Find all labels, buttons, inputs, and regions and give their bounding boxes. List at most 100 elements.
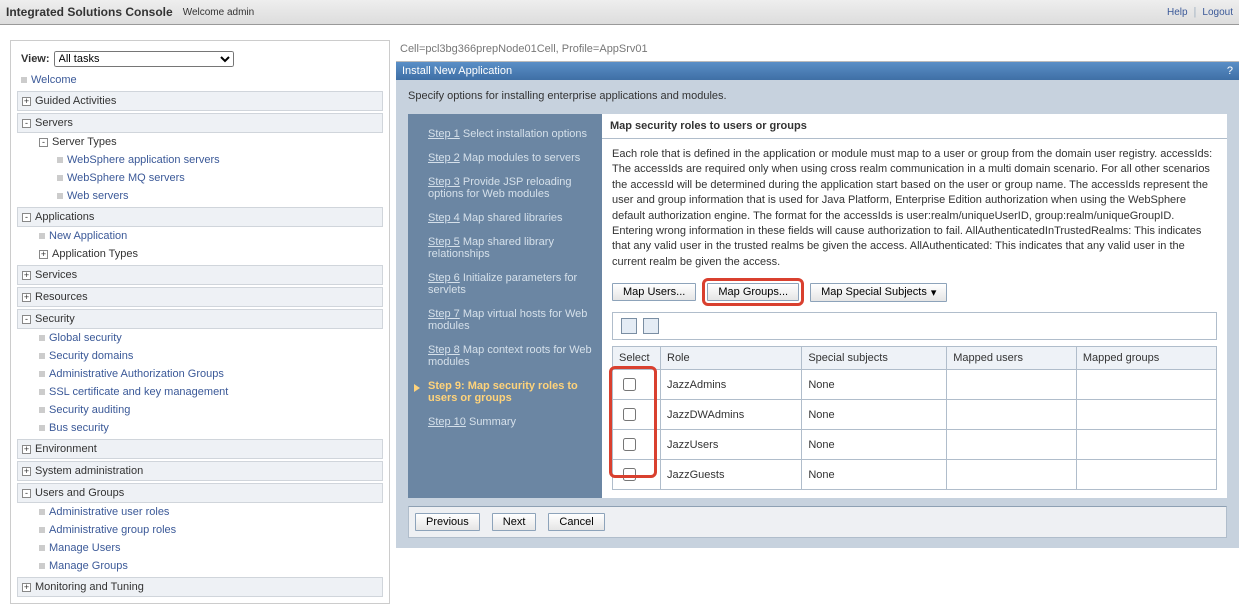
nav-admin-auth-groups[interactable]: Administrative Authorization Groups xyxy=(49,368,224,380)
bullet-icon xyxy=(39,545,45,551)
expand-icon[interactable]: + xyxy=(22,467,31,476)
collapse-icon[interactable]: - xyxy=(22,119,31,128)
console-title: Integrated Solutions Console xyxy=(6,5,173,19)
bullet-icon xyxy=(39,425,45,431)
step-4[interactable]: Step 4 xyxy=(428,212,460,224)
expand-icon[interactable]: + xyxy=(22,293,31,302)
nav-applications[interactable]: - Applications xyxy=(17,207,383,227)
step-6[interactable]: Step 6 xyxy=(428,272,460,284)
view-label: View: xyxy=(21,53,50,65)
nav-new-application[interactable]: New Application xyxy=(49,230,127,242)
highlight-select-column xyxy=(609,366,657,478)
nav-manage-users[interactable]: Manage Users xyxy=(49,542,121,554)
bullet-icon xyxy=(39,407,45,413)
help-link[interactable]: Help xyxy=(1167,7,1188,18)
nav-security-auditing[interactable]: Security auditing xyxy=(49,404,130,416)
step-9-active: Step 9: Map security roles to users or g… xyxy=(428,374,594,410)
nav-web-servers[interactable]: Web servers xyxy=(67,190,129,202)
bullet-icon xyxy=(57,193,63,199)
expand-icon[interactable]: + xyxy=(39,250,48,259)
collapse-icon[interactable]: - xyxy=(39,138,48,147)
collapse-icon[interactable]: - xyxy=(22,315,31,324)
bullet-icon xyxy=(57,175,63,181)
collapse-icon[interactable]: - xyxy=(22,213,31,222)
nav-mq-servers[interactable]: WebSphere MQ servers xyxy=(67,172,185,184)
map-users-button[interactable]: Map Users... xyxy=(612,283,696,301)
bullet-icon xyxy=(39,509,45,515)
map-special-subjects-dropdown[interactable]: Map Special Subjects ▾ xyxy=(810,283,947,302)
nav-bus-security[interactable]: Bus security xyxy=(49,422,109,434)
table-row: JazzUsers None xyxy=(613,430,1217,460)
step-10[interactable]: Step 10 xyxy=(428,416,466,428)
next-button[interactable]: Next xyxy=(492,513,537,531)
step-2[interactable]: Step 2 xyxy=(428,152,460,164)
col-mapped-users: Mapped users xyxy=(947,347,1077,370)
welcome-text: Welcome admin xyxy=(183,7,255,18)
content-description: Each role that is defined in the applica… xyxy=(612,147,1217,270)
col-role: Role xyxy=(661,347,802,370)
step-1[interactable]: Step 1 xyxy=(428,128,460,140)
logout-link[interactable]: Logout xyxy=(1202,7,1233,18)
nav-admin-user-roles[interactable]: Administrative user roles xyxy=(49,506,169,518)
topbar: Integrated Solutions Console Welcome adm… xyxy=(0,0,1239,25)
view-select[interactable]: All tasks xyxy=(54,51,234,67)
nav-server-types[interactable]: - Server Types xyxy=(17,133,383,151)
table-row: JazzGuests None xyxy=(613,460,1217,490)
wizard-steps: Step 1 Select installation options Step … xyxy=(408,114,602,498)
bullet-icon xyxy=(21,77,27,83)
main-panel: Cell=pcl3bg366prepNode01Cell, Profile=Ap… xyxy=(390,25,1239,604)
table-row: JazzDWAdmins None xyxy=(613,400,1217,430)
nav-application-types[interactable]: + Application Types xyxy=(17,245,383,263)
nav-system-administration[interactable]: + System administration xyxy=(17,461,383,481)
select-all-icon[interactable] xyxy=(621,318,637,334)
nav-guided-activities[interactable]: + Guided Activities xyxy=(17,91,383,111)
bullet-icon xyxy=(39,527,45,533)
panel-title: Install New Application xyxy=(402,65,512,77)
step-3[interactable]: Step 3 xyxy=(428,176,460,188)
nav-environment[interactable]: + Environment xyxy=(17,439,383,459)
bullet-icon xyxy=(39,233,45,239)
table-row: JazzAdmins None xyxy=(613,370,1217,400)
breadcrumb: Cell=pcl3bg366prepNode01Cell, Profile=Ap… xyxy=(396,40,1239,62)
nav-security-domains[interactable]: Security domains xyxy=(49,350,133,362)
cancel-button[interactable]: Cancel xyxy=(548,513,604,531)
nav-servers[interactable]: - Servers xyxy=(17,113,383,133)
expand-icon[interactable]: + xyxy=(22,583,31,592)
chevron-down-icon: ▾ xyxy=(931,286,937,299)
map-groups-button[interactable]: Map Groups... xyxy=(707,283,799,301)
step-5[interactable]: Step 5 xyxy=(428,236,460,248)
nav-admin-group-roles[interactable]: Administrative group roles xyxy=(49,524,176,536)
deselect-all-icon[interactable] xyxy=(643,318,659,334)
expand-icon[interactable]: + xyxy=(22,271,31,280)
expand-icon[interactable]: + xyxy=(22,97,31,106)
col-special: Special subjects xyxy=(802,347,947,370)
step-7[interactable]: Step 7 xyxy=(428,308,460,320)
col-mapped-groups: Mapped groups xyxy=(1076,347,1216,370)
nav-users-groups[interactable]: - Users and Groups xyxy=(17,483,383,503)
nav-welcome[interactable]: Welcome xyxy=(31,74,77,86)
nav-services[interactable]: + Services xyxy=(17,265,383,285)
nav-was-servers[interactable]: WebSphere application servers xyxy=(67,154,220,166)
bullet-icon xyxy=(39,563,45,569)
highlight-map-groups: Map Groups... xyxy=(702,278,804,306)
nav-sidebar: View: All tasks Welcome + Guided Activit… xyxy=(10,40,390,604)
panel-header: Install New Application ? xyxy=(396,62,1239,80)
previous-button[interactable]: Previous xyxy=(415,513,480,531)
nav-resources[interactable]: + Resources xyxy=(17,287,383,307)
bullet-icon xyxy=(57,157,63,163)
bullet-icon xyxy=(39,353,45,359)
help-icon[interactable]: ? xyxy=(1227,65,1233,77)
step-8[interactable]: Step 8 xyxy=(428,344,460,356)
bullet-icon xyxy=(39,371,45,377)
nav-security[interactable]: - Security xyxy=(17,309,383,329)
roles-table: Select Role Special subjects Mapped user… xyxy=(612,346,1217,490)
collapse-icon[interactable]: - xyxy=(22,489,31,498)
expand-icon[interactable]: + xyxy=(22,445,31,454)
bullet-icon xyxy=(39,335,45,341)
nav-monitoring-tuning[interactable]: + Monitoring and Tuning xyxy=(17,577,383,597)
nav-global-security[interactable]: Global security xyxy=(49,332,122,344)
nav-ssl-mgmt[interactable]: SSL certificate and key management xyxy=(49,386,228,398)
spec-text: Specify options for installing enterpris… xyxy=(408,90,1227,102)
bullet-icon xyxy=(39,389,45,395)
nav-manage-groups[interactable]: Manage Groups xyxy=(49,560,128,572)
